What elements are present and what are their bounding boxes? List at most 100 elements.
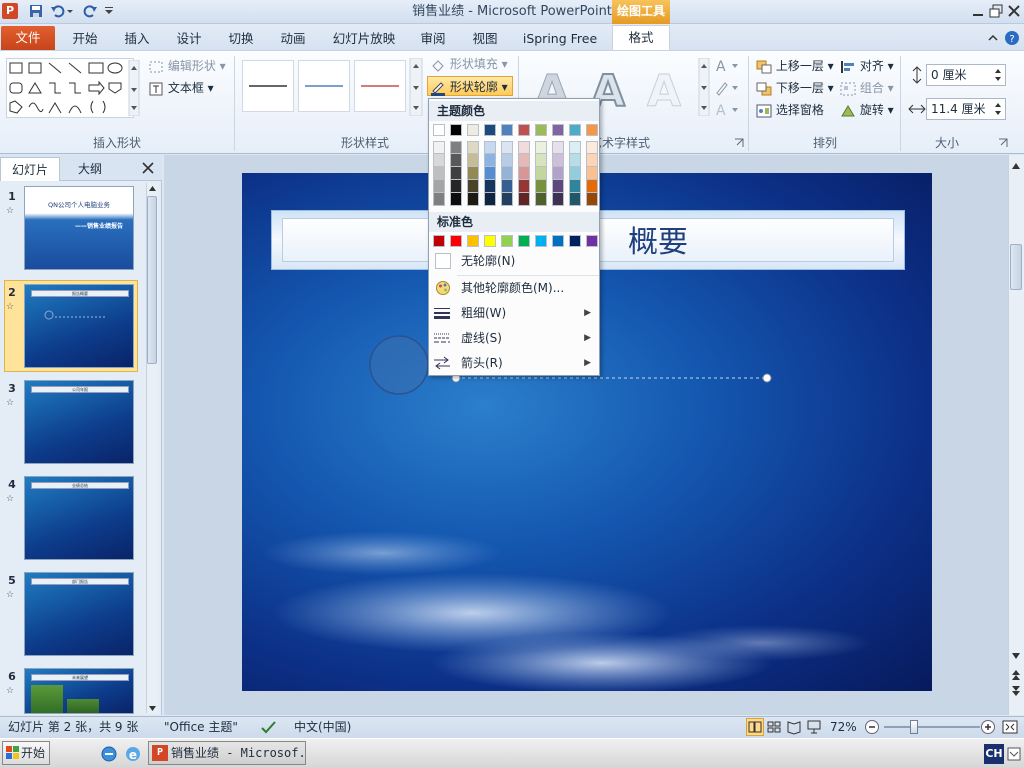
theme-shade-swatch[interactable] xyxy=(569,167,581,180)
theme-shade-swatch[interactable] xyxy=(450,193,462,206)
standard-color-swatch[interactable] xyxy=(535,235,547,247)
shape-outline-button[interactable]: 形状轮廓 ▾ xyxy=(427,76,513,96)
standard-color-swatch[interactable] xyxy=(450,235,462,247)
tab-format[interactable]: 格式 xyxy=(612,25,670,51)
tab-design[interactable]: 设计 xyxy=(166,27,212,50)
theme-shade-swatch[interactable] xyxy=(484,154,496,167)
minimize-icon[interactable] xyxy=(970,3,986,19)
height-spinner[interactable] xyxy=(992,66,1004,84)
input-language-indicator[interactable]: CH xyxy=(984,744,1004,764)
theme-shade-swatch[interactable] xyxy=(552,154,564,167)
scroll-up-icon[interactable] xyxy=(148,184,157,193)
previous-slide-icon[interactable] xyxy=(1010,668,1022,682)
theme-color-swatch[interactable] xyxy=(535,124,547,136)
slide-thumbnail-1[interactable]: QN公司个人电脑业务 ——销售业绩报告 xyxy=(24,186,134,270)
selection-pane-button[interactable]: 选择窗格 xyxy=(756,100,824,120)
theme-shade-swatch[interactable] xyxy=(467,193,479,206)
theme-shade-swatch[interactable] xyxy=(501,180,513,193)
theme-shade-swatch[interactable] xyxy=(433,193,445,206)
main-scrollbar-thumb[interactable] xyxy=(1010,244,1022,290)
theme-shade-swatch[interactable] xyxy=(518,154,530,167)
text-outline-icon[interactable] xyxy=(714,78,742,98)
size-dialog-launcher-icon[interactable] xyxy=(998,138,1008,148)
theme-color-swatch[interactable] xyxy=(569,124,581,136)
shape-style-swatch-red[interactable] xyxy=(354,60,406,112)
standard-color-swatch[interactable] xyxy=(518,235,530,247)
theme-shade-swatch[interactable] xyxy=(552,180,564,193)
tab-insert[interactable]: 插入 xyxy=(114,27,160,50)
theme-shade-swatch[interactable] xyxy=(586,141,598,154)
group-button[interactable]: 组合 ▾ xyxy=(840,78,894,98)
bring-forward-button[interactable]: 上移一层 ▾ xyxy=(756,56,834,76)
theme-shade-swatch[interactable] xyxy=(501,167,513,180)
dialog-launcher-icon[interactable] xyxy=(734,138,744,148)
ime-options-icon[interactable] xyxy=(1006,746,1022,762)
theme-shade-swatch[interactable] xyxy=(433,141,445,154)
scroll-down-icon[interactable] xyxy=(1010,650,1022,662)
tab-view[interactable]: 视图 xyxy=(462,27,508,50)
theme-shade-swatch[interactable] xyxy=(586,154,598,167)
dashes-item[interactable]: 虚线(S) ▶ xyxy=(429,326,599,350)
theme-shade-swatch[interactable] xyxy=(518,193,530,206)
tab-slideshow[interactable]: 幻灯片放映 xyxy=(322,27,406,50)
align-button[interactable]: 对齐 ▾ xyxy=(840,56,894,76)
theme-shade-swatch[interactable] xyxy=(569,154,581,167)
scroll-up-icon[interactable] xyxy=(1010,160,1022,172)
next-slide-icon[interactable] xyxy=(1010,684,1022,698)
tab-animations[interactable]: 动画 xyxy=(270,27,316,50)
spelling-check-icon[interactable] xyxy=(260,719,278,735)
start-button[interactable]: 开始 xyxy=(2,741,50,765)
theme-shade-swatch[interactable] xyxy=(433,180,445,193)
theme-shade-swatch[interactable] xyxy=(467,141,479,154)
theme-shade-swatch[interactable] xyxy=(501,141,513,154)
theme-shade-swatch[interactable] xyxy=(484,180,496,193)
theme-shade-swatch[interactable] xyxy=(552,193,564,206)
theme-color-swatch[interactable] xyxy=(501,124,513,136)
no-outline-item[interactable]: 无轮廓(N) xyxy=(429,249,599,273)
standard-color-swatch[interactable] xyxy=(552,235,564,247)
text-effects-icon[interactable]: A xyxy=(714,100,742,120)
tab-home[interactable]: 开始 xyxy=(62,27,108,50)
slide-thumbnail-2[interactable]: 报告概要 xyxy=(24,284,134,368)
language-status[interactable]: 中文(中国) xyxy=(294,716,351,738)
zoom-out-icon[interactable] xyxy=(864,719,880,735)
theme-color-swatch[interactable] xyxy=(450,124,462,136)
width-spinner[interactable] xyxy=(992,100,1004,118)
theme-shade-swatch[interactable] xyxy=(586,180,598,193)
theme-shade-swatch[interactable] xyxy=(569,141,581,154)
theme-shade-swatch[interactable] xyxy=(450,167,462,180)
theme-shade-swatch[interactable] xyxy=(586,167,598,180)
theme-shade-swatch[interactable] xyxy=(518,180,530,193)
theme-shade-swatch[interactable] xyxy=(586,193,598,206)
standard-color-swatch[interactable] xyxy=(501,235,513,247)
tab-transitions[interactable]: 切换 xyxy=(218,27,264,50)
reading-view-icon[interactable] xyxy=(786,719,804,735)
theme-shade-swatch[interactable] xyxy=(484,193,496,206)
shape-styles-gallery-scroll[interactable] xyxy=(409,58,423,116)
scroll-down-icon[interactable] xyxy=(148,704,157,713)
send-backward-button[interactable]: 下移一层 ▾ xyxy=(756,78,834,98)
theme-shade-swatch[interactable] xyxy=(433,154,445,167)
theme-shade-swatch[interactable] xyxy=(450,180,462,193)
theme-color-swatch[interactable] xyxy=(518,124,530,136)
slide-thumbnail-5[interactable]: 部门报告 xyxy=(24,572,134,656)
theme-shade-swatch[interactable] xyxy=(535,154,547,167)
slide-thumbnail-3[interactable]: 公司年报 xyxy=(24,380,134,464)
theme-shade-swatch[interactable] xyxy=(569,180,581,193)
slide-sorter-view-icon[interactable] xyxy=(766,719,784,735)
theme-shade-swatch[interactable] xyxy=(552,141,564,154)
zoom-slider-track[interactable] xyxy=(884,726,980,728)
fit-to-window-icon[interactable] xyxy=(1002,719,1020,735)
taskbar-task-powerpoint[interactable]: P 销售业绩 - Microsof... xyxy=(148,741,306,765)
rotate-button[interactable]: 旋转 ▾ xyxy=(840,100,894,120)
tab-file[interactable]: 文件 xyxy=(1,26,55,50)
slideshow-view-icon[interactable] xyxy=(806,719,824,735)
close-panel-icon[interactable] xyxy=(140,160,156,176)
tab-ispring[interactable]: iSpring Free xyxy=(516,27,604,50)
theme-color-swatch[interactable] xyxy=(552,124,564,136)
scrollbar-thumb[interactable] xyxy=(147,196,157,364)
standard-color-swatch[interactable] xyxy=(586,235,598,247)
more-outline-colors-item[interactable]: 其他轮廓颜色(M)... xyxy=(429,276,599,300)
shape-style-swatch-blue[interactable] xyxy=(298,60,350,112)
theme-shade-swatch[interactable] xyxy=(484,167,496,180)
